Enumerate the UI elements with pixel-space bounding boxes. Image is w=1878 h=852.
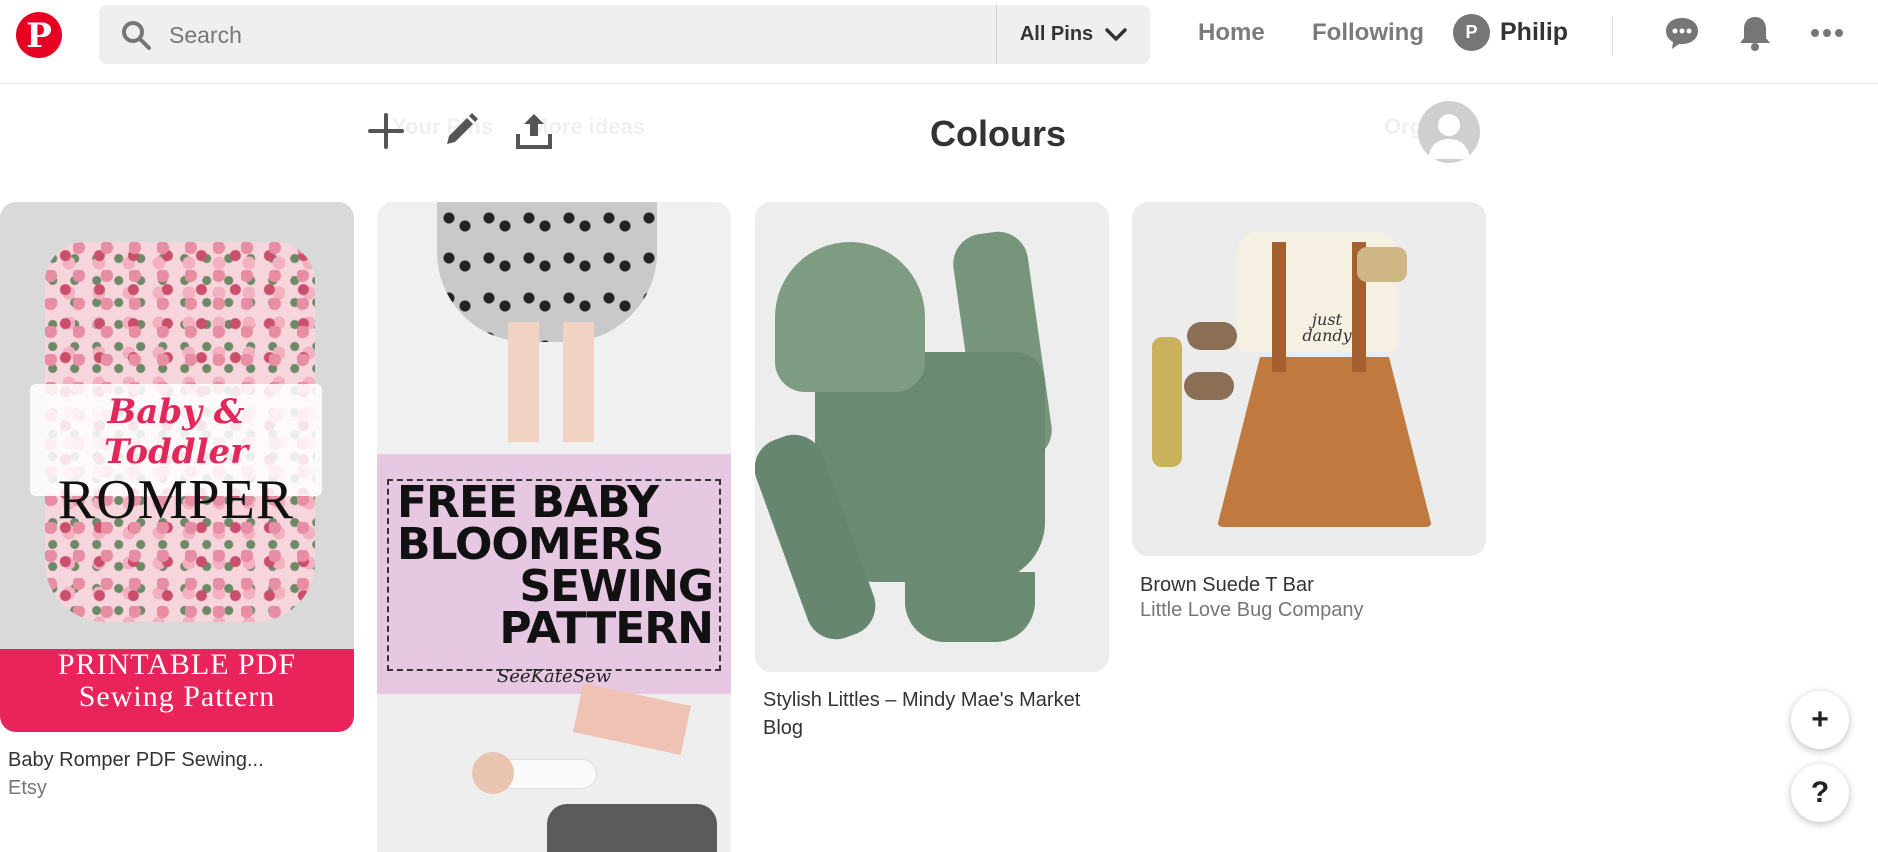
nav-home-link[interactable]: Home: [1198, 19, 1265, 47]
share-icon[interactable]: [513, 110, 555, 152]
top-navigation-bar: P All Pins Home Following P Philip: [0, 0, 1878, 84]
profile-name: Philip: [1500, 18, 1569, 46]
logo-letter: P: [26, 16, 52, 56]
avatar: P: [1453, 14, 1490, 51]
tee-print-text: just dandy: [1302, 310, 1352, 345]
pin-image[interactable]: just dandy: [1132, 202, 1486, 556]
faded-org-label: Org: [1384, 114, 1424, 139]
banner-line-1: PRINTABLE PDF: [57, 648, 297, 681]
signature-text: SeeKateSew: [496, 666, 612, 687]
search-icon: [122, 21, 151, 50]
add-icon[interactable]: [365, 110, 407, 152]
title-line-3: SEWING: [519, 561, 714, 612]
hoodie-leg-panel: [905, 572, 1035, 642]
search-bar[interactable]: All Pins: [99, 5, 1150, 64]
user-silhouette-icon: [1428, 114, 1470, 159]
message-icon[interactable]: [1663, 14, 1701, 52]
bloomers-title-panel: FREE BABY BLOOMERS SEWING PATTERN SeeKat…: [377, 454, 731, 694]
title-line-2: BLOOMERS: [397, 519, 664, 570]
title-line-4: PATTERN: [499, 603, 714, 654]
pin-source[interactable]: Etsy: [8, 777, 47, 800]
dark-cloth: [547, 804, 717, 852]
nav-following-link[interactable]: Following: [1312, 19, 1424, 47]
title-line-1: FREE BABY: [397, 477, 659, 528]
baby-photo: [377, 683, 731, 852]
hair-bow-photo: [1357, 247, 1407, 282]
overlay-main-text: ROMPER: [57, 469, 295, 531]
bloomers-title: FREE BABY BLOOMERS SEWING PATTERN: [397, 477, 714, 654]
bell-icon[interactable]: [1736, 14, 1774, 52]
nav-divider: [1612, 16, 1613, 56]
more-icon[interactable]: [1808, 14, 1846, 52]
board-title: Colours: [930, 113, 1067, 154]
overlay-script-text: Baby & Toddler: [103, 392, 249, 472]
baby-head: [472, 752, 514, 794]
hoodie-hood: [775, 242, 925, 392]
pin-title[interactable]: Brown Suede T Bar: [1140, 571, 1480, 599]
suspender-strap: [1272, 242, 1286, 372]
board-owner-avatar[interactable]: [1418, 101, 1480, 163]
romper-overlay-label: Baby & Toddler ROMPER: [30, 384, 322, 528]
board-toolbar: [365, 110, 555, 152]
shoe-photo: [1184, 372, 1234, 400]
chevron-down-icon: [1105, 27, 1127, 41]
banner-line-2: Sewing Pattern: [78, 680, 276, 713]
pdf-banner: PRINTABLE PDF Sewing Pattern: [0, 649, 354, 732]
search-scope-dropdown[interactable]: All Pins: [997, 5, 1150, 64]
skirt-photo: [1217, 357, 1432, 527]
pin-title[interactable]: Baby Romper PDF Sewing...: [8, 746, 348, 774]
edit-icon[interactable]: [439, 110, 481, 152]
pin-source[interactable]: Little Love Bug Company: [1140, 599, 1363, 622]
socks-photo: [1152, 337, 1182, 467]
pin-image[interactable]: FREE BABY BLOOMERS SEWING PATTERN SeeKat…: [377, 202, 731, 852]
floating-help-button[interactable]: ?: [1791, 764, 1849, 822]
baby-legs-photo: [497, 322, 607, 442]
floating-add-button[interactable]: +: [1791, 691, 1849, 749]
pink-cloth: [573, 683, 691, 755]
profile-link[interactable]: P Philip: [1453, 14, 1568, 51]
search-scope-label: All Pins: [1019, 23, 1094, 45]
pin-title[interactable]: Stylish Littles – Mindy Mae's Market Blo…: [763, 686, 1103, 742]
pinterest-logo[interactable]: P: [16, 12, 62, 58]
search-input[interactable]: [169, 19, 1069, 51]
pin-image[interactable]: [755, 202, 1109, 672]
bloomers-photo: [437, 202, 657, 342]
pin-image[interactable]: Baby & Toddler ROMPER PRINTABLE PDF Sewi…: [0, 202, 354, 732]
shoe-photo: [1187, 322, 1237, 350]
